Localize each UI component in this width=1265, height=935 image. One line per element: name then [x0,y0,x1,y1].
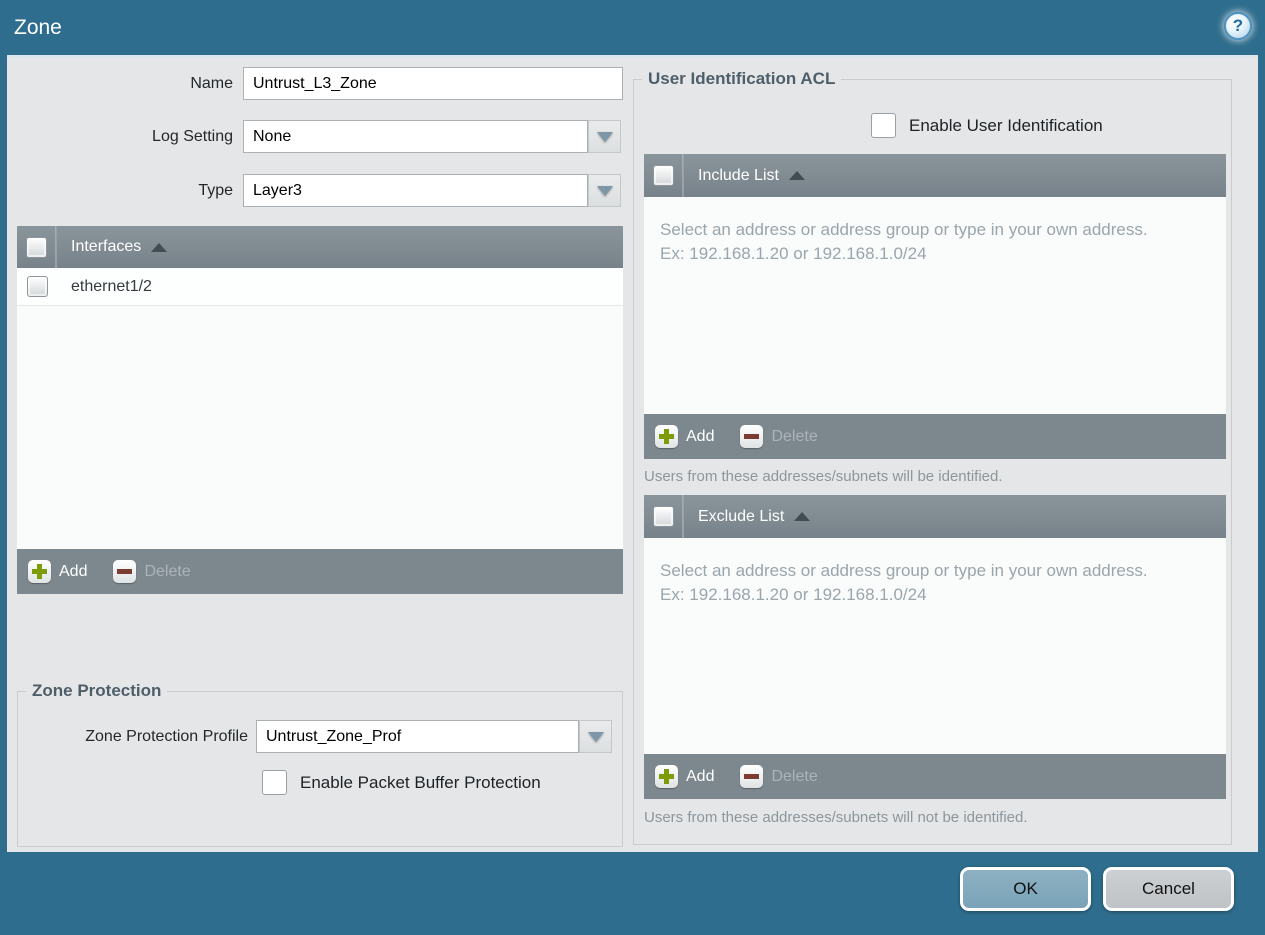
user-identification-acl-section: User Identification ACL Enable User Iden… [633,69,1232,845]
dialog-body: Name Log Setting Type Interfaces [7,55,1258,852]
include-list-placeholder: Select an address or address group or ty… [660,220,1148,264]
include-list-header: Include List [644,154,1226,197]
dialog-title: Zone [14,15,62,39]
add-exclude-address-button[interactable]: Add [655,765,714,788]
include-list-column-header[interactable]: Include List [684,154,805,197]
zone-protection-profile-input[interactable] [256,720,579,753]
include-list-note: Users from these addresses/subnets will … [644,468,1003,485]
type-label: Type [198,182,233,199]
plus-icon [655,765,678,788]
chevron-down-icon [587,731,604,742]
exclude-list-body: Select an address or address group or ty… [644,538,1226,754]
packet-buffer-protection-row: Enable Packet Buffer Protection [262,770,541,795]
zone-protection-section: Zone Protection Zone Protection Profile … [17,681,623,847]
include-list-body: Select an address or address group or ty… [644,197,1226,414]
ok-button[interactable]: OK [960,867,1091,911]
exclude-list-note: Users from these addresses/subnets will … [644,809,1028,826]
zone-protection-profile-dropdown-button[interactable] [579,720,612,753]
log-setting-label: Log Setting [152,128,233,145]
name-input[interactable] [243,67,623,100]
name-label: Name [190,75,233,92]
include-select-all-checkbox[interactable] [653,165,674,186]
interfaces-select-all-checkbox[interactable] [26,236,47,258]
zone-protection-legend: Zone Protection [26,681,168,701]
cancel-button[interactable]: Cancel [1103,867,1234,911]
packet-buffer-protection-label: Enable Packet Buffer Protection [300,772,541,792]
interfaces-table-body: ethernet1/2 [17,268,623,549]
enable-user-identification-row: Enable User Identification [871,113,1103,138]
delete-interface-button[interactable]: Delete [113,560,191,583]
include-list-toolbar: Add Delete [644,414,1226,459]
sort-ascending-icon [151,242,168,252]
user-identification-acl-legend: User Identification ACL [642,69,842,89]
include-list-table: Include List Select an address or addres… [644,154,1226,459]
chevron-down-icon [596,131,613,142]
exclude-list-placeholder: Select an address or address group or ty… [660,561,1148,605]
log-setting-dropdown-button[interactable] [588,120,621,153]
interfaces-table-header: Interfaces [17,226,623,268]
delete-include-address-button[interactable]: Delete [740,425,818,448]
row-checkbox[interactable] [26,276,48,297]
type-dropdown-button[interactable] [588,174,621,207]
plus-icon [28,560,51,583]
delete-exclude-address-button[interactable]: Delete [740,765,818,788]
interfaces-table-toolbar: Add Delete [17,549,623,594]
add-include-address-button[interactable]: Add [655,425,714,448]
interface-name: ethernet1/2 [71,277,152,295]
exclude-select-all-checkbox[interactable] [653,506,674,527]
interfaces-column-header[interactable]: Interfaces [57,226,168,268]
exclude-list-toolbar: Add Delete [644,754,1226,799]
sort-ascending-icon [788,171,805,180]
exclude-list-table: Exclude List Select an address or addres… [644,495,1226,799]
table-row[interactable]: ethernet1/2 [17,268,623,306]
exclude-list-header: Exclude List [644,495,1226,538]
add-interface-button[interactable]: Add [28,560,87,583]
minus-icon [740,425,764,448]
type-input[interactable] [243,174,588,207]
exclude-list-column-header[interactable]: Exclude List [684,495,811,538]
enable-user-identification-checkbox[interactable] [871,113,896,138]
minus-icon [740,765,764,788]
interfaces-table: Interfaces ethernet1/2 Add Delete [17,226,623,594]
zone-protection-profile-label: Zone Protection Profile [85,728,248,745]
enable-packet-buffer-protection-checkbox[interactable] [262,770,287,795]
sort-ascending-icon [794,512,811,521]
enable-user-identification-label: Enable User Identification [909,115,1103,135]
plus-icon [655,425,678,448]
help-icon[interactable]: ? [1224,12,1252,40]
zone-dialog: Zone ? Name Log Setting Type Interfaces [0,0,1265,935]
chevron-down-icon [596,185,613,196]
log-setting-input[interactable] [243,120,588,153]
minus-icon [113,560,137,583]
